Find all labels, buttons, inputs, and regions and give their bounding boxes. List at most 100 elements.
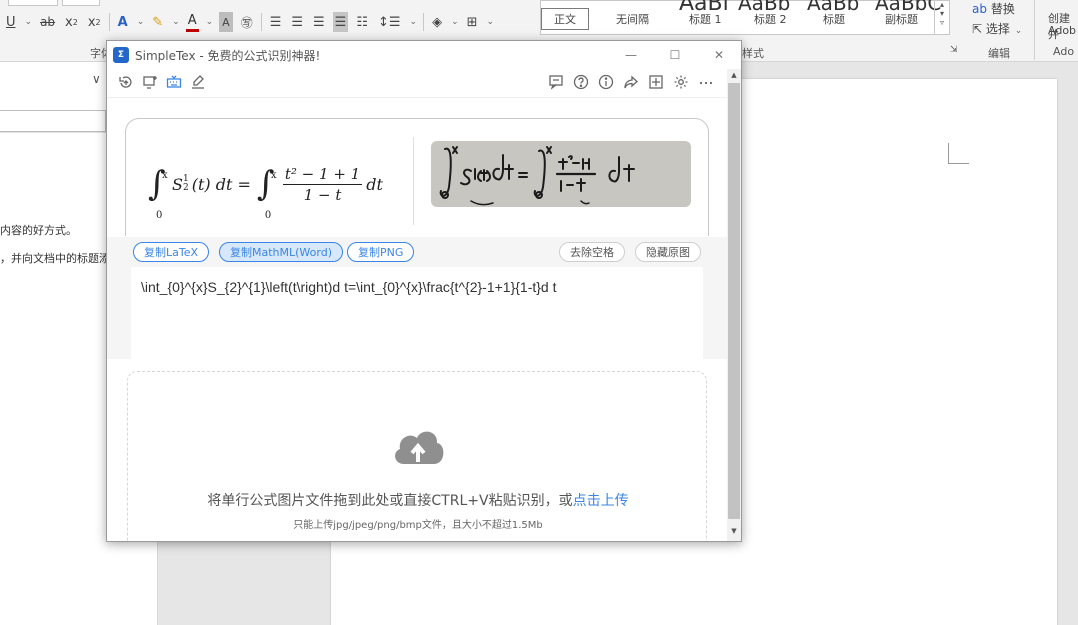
nav-search-input[interactable]	[0, 110, 106, 132]
adobe-label-1[interactable]: Adob	[1048, 24, 1076, 37]
chevron-down-icon[interactable]: ∨	[92, 72, 101, 86]
refresh-icon[interactable]	[115, 71, 137, 93]
enclose-char-icon[interactable]: ㊢	[239, 12, 255, 32]
chevron-down-icon[interactable]: ⌄	[137, 17, 145, 27]
chevron-down-icon[interactable]: ⌄	[487, 17, 495, 27]
integral-sign: ∫ x 0	[257, 167, 277, 221]
comment-icon[interactable]	[545, 71, 567, 93]
scrollbar-thumb[interactable]	[728, 83, 740, 519]
formula-subscript: 2	[182, 183, 189, 193]
formula-text: (t) dt =	[191, 174, 251, 194]
upload-main-text: 将单行公式图片文件拖到此处或直接CTRL+V粘贴识别，或	[207, 493, 573, 509]
integral-lower-limit: 0	[156, 210, 163, 221]
fraction-numerator: t² − 1 + 1	[282, 164, 363, 185]
divider	[423, 13, 425, 31]
chevron-down-icon[interactable]: ⌄	[25, 17, 33, 27]
info-icon[interactable]	[595, 71, 617, 93]
upload-drop-zone[interactable]: 将单行公式图片文件拖到此处或直接CTRL+V粘贴识别，或点击上传 只能上传jpg…	[127, 371, 708, 541]
chevron-down-icon[interactable]: ⌄	[206, 17, 214, 27]
align-right-icon[interactable]: ☰	[311, 12, 327, 32]
align-left-icon[interactable]: ☰	[268, 12, 284, 32]
help-icon[interactable]	[570, 71, 592, 93]
formula-fraction: t² − 1 + 1 1 − t	[282, 164, 363, 204]
more-icon[interactable]	[695, 71, 717, 93]
chevron-down-icon[interactable]: ⌄	[451, 17, 459, 27]
replace-button[interactable]: ab 替换	[972, 0, 1015, 17]
nav-help-text: 内容的好方式。	[0, 224, 77, 237]
align-center-icon[interactable]: ☰	[289, 12, 305, 32]
divider	[260, 13, 262, 31]
strikethrough-button[interactable]: ab	[38, 12, 57, 32]
window-scrollbar[interactable]: ▲ ▼	[727, 69, 741, 541]
styles-scroll[interactable]: ▴ ▾ ▿	[934, 0, 949, 35]
screen-capture-icon[interactable]	[139, 71, 161, 93]
integral-sign: ∫ x 0	[148, 167, 168, 221]
edit-group-label: 编辑	[988, 47, 1010, 60]
chevron-down-icon[interactable]: ⌄	[410, 17, 418, 27]
font-size-box[interactable]	[62, 0, 100, 6]
settings-icon[interactable]	[670, 71, 692, 93]
superscript-button[interactable]: x2	[86, 12, 103, 32]
page-corner-mark	[948, 143, 969, 164]
divider	[108, 13, 110, 31]
copy-png-button[interactable]: 复制PNG	[347, 242, 415, 262]
subscript-button[interactable]: x2	[63, 12, 80, 32]
latex-output[interactable]: \int_{0}^{x}S_{2}^{1}\left(t\right)d t=\…	[131, 267, 703, 359]
style-heading-1[interactable]: 标题 1	[689, 11, 722, 27]
integral-upper-limit: x	[270, 170, 277, 181]
hide-original-button[interactable]: 隐藏原图	[635, 242, 701, 262]
cloud-upload-icon	[395, 431, 444, 464]
title-bar[interactable]: Σ SimpleTex - 免费的公式识别神器! — ☐ ✕	[107, 41, 741, 69]
select-button[interactable]: ⇱ 选择 ⌄	[972, 20, 1022, 37]
handwriting-icon[interactable]	[187, 71, 209, 93]
upload-instruction: 将单行公式图片文件拖到此处或直接CTRL+V粘贴识别，或点击上传	[128, 490, 708, 510]
remove-spaces-button[interactable]: 去除空格	[559, 242, 625, 262]
font-format-row: U ⌄ ab x2 x2 A ⌄ ✎ ⌄ A ⌄ A ㊢ ☰ ☰ ☰ ☰ ☷ ↕☰ ⌄ ◈…	[4, 11, 494, 33]
copy-latex-button[interactable]: 复制LaTeX	[133, 242, 210, 262]
scroll-up-icon[interactable]: ▲	[727, 71, 741, 79]
simpletex-logo-icon: Σ	[113, 47, 129, 63]
copy-mathml-button[interactable]: 复制MathML(Word)	[219, 242, 343, 262]
keyboard-icon[interactable]	[163, 71, 185, 93]
replace-label: 替换	[990, 2, 1015, 16]
cursor-icon: ⇱	[972, 22, 983, 36]
click-upload-link[interactable]: 点击上传	[573, 493, 629, 509]
minimize-icon[interactable]: —	[609, 48, 653, 62]
font-color-icon[interactable]: A	[185, 12, 199, 32]
chevron-down-icon[interactable]: ⌄	[172, 17, 180, 27]
font-name-box[interactable]	[8, 0, 58, 6]
pin-icon[interactable]	[645, 71, 667, 93]
borders-icon[interactable]: ⊞	[465, 12, 480, 32]
scroll-down-icon[interactable]: ▼	[727, 527, 741, 535]
divider	[1034, 0, 1035, 60]
maximize-icon[interactable]: ☐	[653, 48, 697, 62]
style-subtitle[interactable]: 副标题	[885, 11, 918, 27]
line-spacing-icon[interactable]: ↕☰	[376, 12, 403, 32]
dialog-launcher-icon[interactable]: ⇲	[950, 45, 958, 55]
distributed-icon[interactable]: ☷	[354, 12, 370, 32]
formula-symbol: S	[172, 174, 183, 194]
style-title[interactable]: 标题	[823, 11, 845, 27]
nav-help-text: ，并向文档中的标题添	[0, 252, 110, 265]
styles-gallery[interactable]: AaBl AaBb AaBb AaBbC 正文 无间隔 标题 1 标题 2 标题…	[540, 0, 950, 35]
handwritten-original-image	[431, 141, 691, 207]
justify-icon[interactable]: ☰	[332, 12, 349, 32]
action-row: 复制LaTeX 复制MathML(Word) 复制PNG 去除空格 隐藏原图	[107, 237, 727, 267]
char-shading-icon[interactable]: A	[219, 12, 233, 32]
style-normal[interactable]: 正文	[541, 8, 589, 30]
text-effects-icon[interactable]: A	[116, 12, 130, 32]
highlight-pen-icon[interactable]: ✎	[150, 12, 165, 32]
underline-button[interactable]: U	[4, 12, 18, 32]
rendered-formula: ∫ x 0 S 1 2 (t) dt = ∫ x 0 t² − 1 + 1 1 − t …	[148, 159, 383, 222]
style-no-spacing[interactable]: 无间隔	[616, 11, 649, 27]
close-icon[interactable]: ✕	[697, 48, 741, 62]
share-icon[interactable]	[620, 71, 642, 93]
chevron-down-icon: ⌄	[1014, 26, 1023, 36]
divider	[107, 97, 731, 98]
shading-icon[interactable]: ◈	[430, 12, 444, 32]
integral-upper-limit: x	[162, 170, 168, 181]
simpletex-window: Σ SimpleTex - 免费的公式识别神器! — ☐ ✕ ∫ x 0 S 1…	[106, 40, 742, 542]
replace-icon: ab	[972, 2, 987, 16]
divider	[413, 137, 414, 225]
style-heading-2[interactable]: 标题 2	[754, 11, 787, 27]
